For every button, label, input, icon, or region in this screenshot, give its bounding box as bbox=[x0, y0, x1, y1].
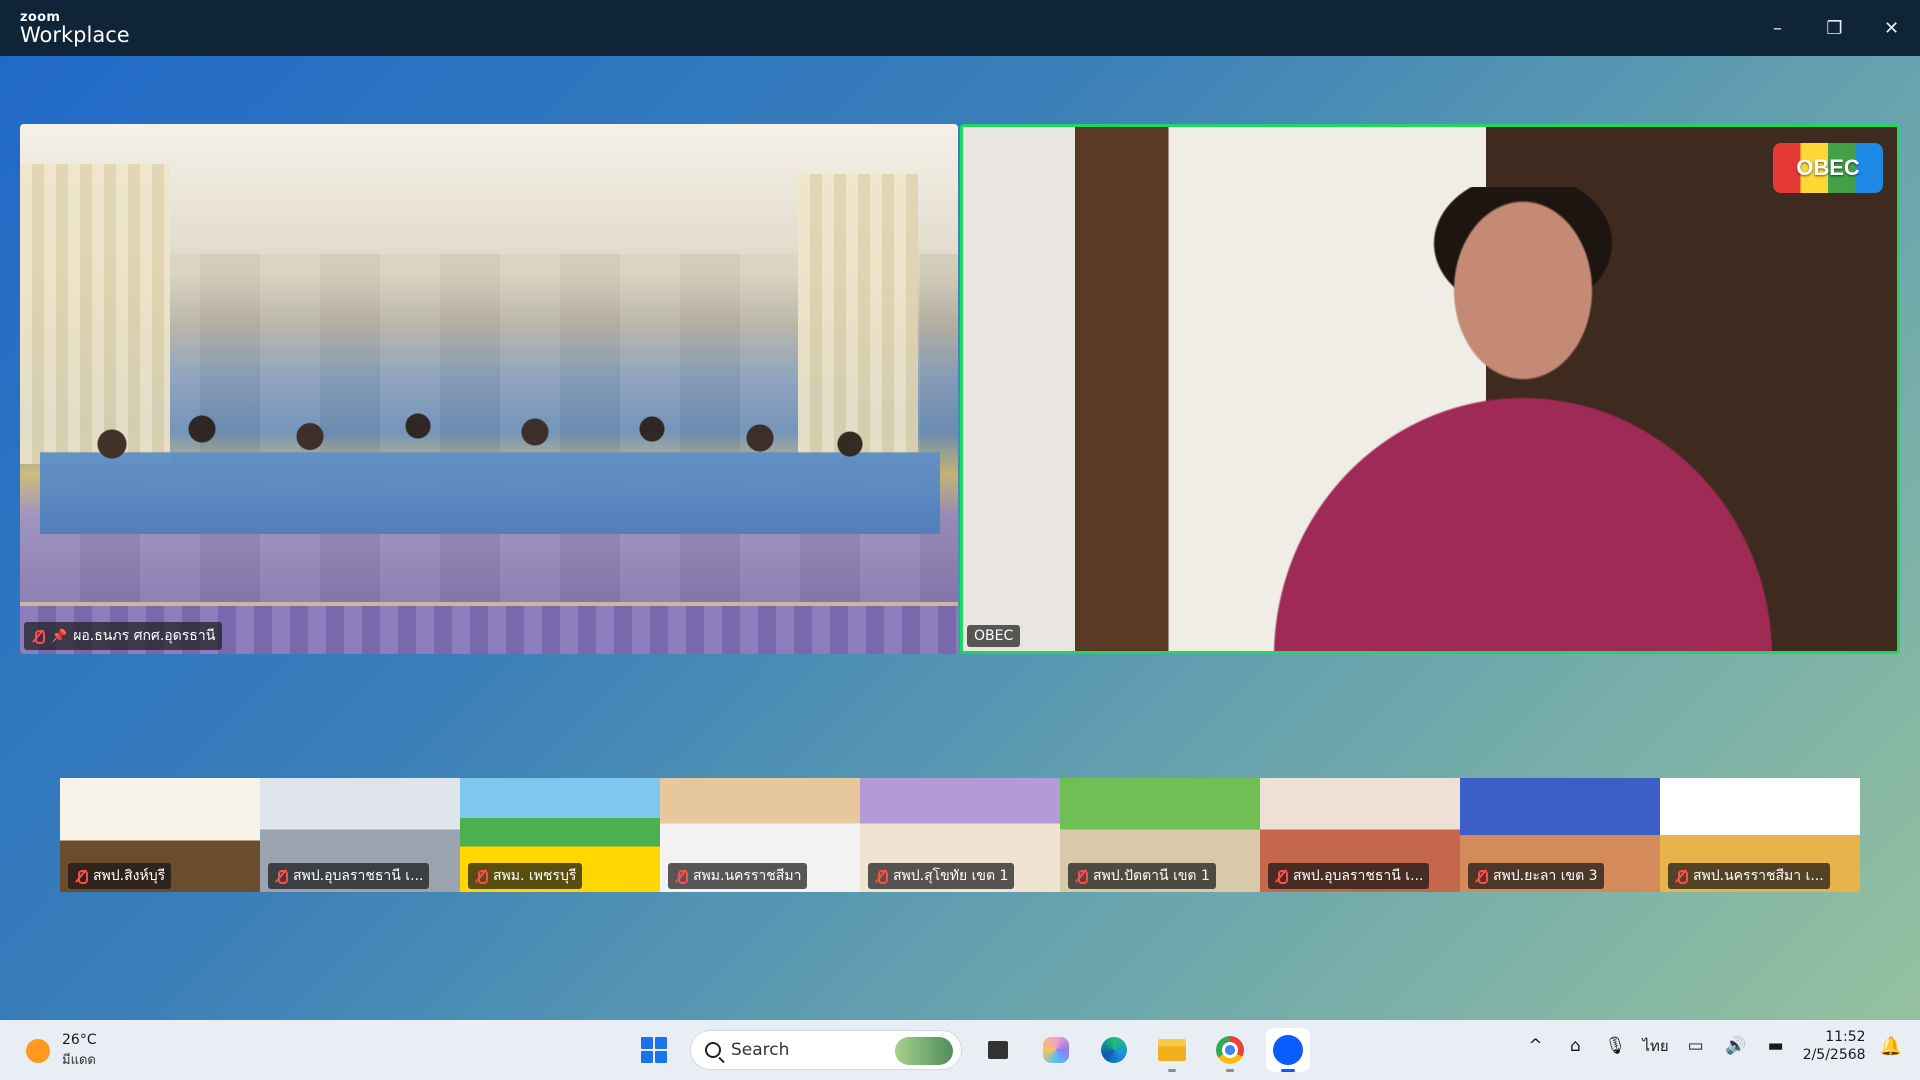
thumbnail-name: สพม. เพชรบุรี bbox=[493, 868, 577, 884]
weather-temperature: 26°C bbox=[62, 1032, 97, 1048]
thumbnail-name: สพป.สิงห์บุรี bbox=[93, 868, 166, 884]
close-button[interactable]: ✕ bbox=[1863, 0, 1920, 56]
taskbar-pinned-apps: Search bbox=[632, 1028, 1310, 1072]
participant-name: ผอ.ธนภร ศกศ.อุดรธานี bbox=[73, 628, 216, 644]
mic-muted-icon bbox=[274, 869, 288, 884]
video-tile-udonthani[interactable]: 📌 ผอ.ธนภร ศกศ.อุดรธานี bbox=[20, 124, 958, 654]
taskbar-search-box[interactable]: Search bbox=[690, 1030, 962, 1070]
participant-thumbnail-strip: สพป.สิงห์บุรี สพป.อุบลราชธานี เ... สพม. … bbox=[60, 778, 1860, 892]
mic-muted-icon bbox=[1274, 869, 1288, 884]
participant-thumbnail[interactable]: สพป.อุบลราชธานี เ... bbox=[1260, 778, 1460, 892]
search-highlight-image bbox=[895, 1037, 953, 1065]
thumbnail-name: สพป.อุบลราชธานี เ... bbox=[1293, 868, 1424, 884]
zoom-app-icon[interactable] bbox=[1266, 1028, 1310, 1072]
thumbnail-name: สพป.สุโขทัย เขต 1 bbox=[893, 868, 1009, 884]
file-explorer-icon[interactable] bbox=[1150, 1028, 1194, 1072]
participant-thumbnail[interactable]: สพป.ยะลา เขต 3 bbox=[1460, 778, 1660, 892]
window-titlebar: zoom Workplace – ❐ ✕ bbox=[0, 0, 1920, 56]
restore-button[interactable]: ❐ bbox=[1806, 0, 1863, 56]
onedrive-cloud-icon[interactable]: ⌂ bbox=[1562, 1036, 1588, 1056]
video-tile-obec-active-speaker[interactable]: OBEC OBEC bbox=[960, 124, 1900, 654]
mic-muted-icon bbox=[31, 629, 45, 644]
thumbnail-name-tag: สพป.ปัตตานี เขต 1 bbox=[1068, 863, 1216, 889]
minimize-button[interactable]: – bbox=[1749, 0, 1806, 56]
thumbnail-name-tag: สพม. เพชรบุรี bbox=[468, 863, 583, 889]
taskbar-clock[interactable]: 11:52 2/5/2568 bbox=[1803, 1028, 1866, 1064]
weather-condition: มีแดด bbox=[62, 1052, 96, 1068]
show-hidden-icons-icon[interactable]: ^ bbox=[1522, 1036, 1548, 1056]
edge-browser-icon[interactable] bbox=[1092, 1028, 1136, 1072]
mic-muted-icon bbox=[1674, 869, 1688, 884]
task-view-icon[interactable] bbox=[976, 1028, 1020, 1072]
participant-thumbnail[interactable]: สพม.นครราชสีมา bbox=[660, 778, 860, 892]
mic-muted-icon bbox=[74, 869, 88, 884]
clock-time: 11:52 bbox=[1825, 1029, 1866, 1045]
participant-name-tag: 📌 ผอ.ธนภร ศกศ.อุดรธานี bbox=[24, 622, 223, 650]
thumbnail-name-tag: สพม.นครราชสีมา bbox=[668, 863, 808, 889]
window-controls: – ❐ ✕ bbox=[1749, 0, 1920, 56]
thumbnail-name-tag: สพป.นครราชสีมา เ... bbox=[1668, 863, 1830, 889]
input-language-indicator[interactable]: ไทย bbox=[1642, 1034, 1668, 1058]
thumbnail-name-tag: สพป.สุโขทัย เขต 1 bbox=[868, 863, 1015, 889]
thumbnail-name-tag: สพป.สิงห์บุรี bbox=[68, 863, 172, 889]
pin-icon: 📌 bbox=[51, 628, 68, 644]
windows-start-icon[interactable] bbox=[632, 1028, 676, 1072]
copilot-icon[interactable] bbox=[1034, 1028, 1078, 1072]
thumbnail-name: สพม.นครราชสีมา bbox=[693, 868, 802, 884]
chrome-browser-icon[interactable] bbox=[1208, 1028, 1252, 1072]
mic-muted-icon bbox=[874, 869, 888, 884]
obec-channel-logo: OBEC bbox=[1773, 143, 1883, 193]
thumbnail-name-tag: สพป.อุบลราชธานี เ... bbox=[268, 863, 430, 889]
brand-zoom-label: zoom bbox=[20, 9, 61, 25]
weather-text: 26°C มีแดด bbox=[62, 1032, 97, 1070]
volume-icon[interactable]: 🔊 bbox=[1723, 1036, 1749, 1056]
thumbnail-name-tag: สพป.อุบลราชธานี เ... bbox=[1268, 863, 1430, 889]
participant-thumbnail[interactable]: สพม. เพชรบุรี bbox=[460, 778, 660, 892]
video-scene-speaker bbox=[1263, 187, 1783, 651]
participant-name: OBEC bbox=[974, 628, 1014, 644]
participant-thumbnail[interactable]: สพป.ปัตตานี เขต 1 bbox=[1060, 778, 1260, 892]
system-tray: ^ ⌂ 🎙 ไทย ▭ 🔊 ▬ 11:52 2/5/2568 🔔 bbox=[1522, 1028, 1902, 1064]
thumbnail-name: สพป.อุบลราชธานี เ... bbox=[293, 868, 424, 884]
mic-muted-icon bbox=[474, 869, 488, 884]
participant-name-tag: OBEC bbox=[967, 625, 1021, 647]
search-placeholder: Search bbox=[731, 1040, 790, 1060]
windows-taskbar: 26°C มีแดด Search ^ ⌂ 🎙 ไทย ▭ 🔊 ▬ 11:52 … bbox=[0, 1020, 1920, 1080]
thumbnail-name: สพป.ปัตตานี เขต 1 bbox=[1093, 868, 1210, 884]
clock-date: 2/5/2568 bbox=[1802, 1047, 1866, 1064]
thumbnail-name: สพป.ยะลา เขต 3 bbox=[1493, 868, 1598, 884]
thumbnail-name-tag: สพป.ยะลา เขต 3 bbox=[1468, 863, 1604, 889]
network-monitor-icon[interactable]: ▭ bbox=[1683, 1036, 1709, 1056]
brand-workplace-label: Workplace bbox=[20, 22, 130, 47]
participant-thumbnail[interactable]: สพป.นครราชสีมา เ... bbox=[1660, 778, 1860, 892]
sun-icon bbox=[26, 1038, 50, 1063]
mic-muted-icon bbox=[1474, 869, 1488, 884]
participant-thumbnail[interactable]: สพป.อุบลราชธานี เ... bbox=[260, 778, 460, 892]
mic-muted-icon bbox=[674, 869, 688, 884]
participant-thumbnail[interactable]: สพป.สิงห์บุรี bbox=[60, 778, 260, 892]
mic-muted-icon bbox=[1074, 869, 1088, 884]
thumbnail-name: สพป.นครราชสีมา เ... bbox=[1693, 868, 1824, 884]
battery-icon[interactable]: ▬ bbox=[1763, 1036, 1789, 1056]
video-scene-audience bbox=[40, 384, 940, 534]
app-brand: zoom Workplace bbox=[0, 11, 130, 46]
notification-bell-icon[interactable]: 🔔 bbox=[1880, 1036, 1902, 1057]
microphone-icon[interactable]: 🎙 bbox=[1602, 1036, 1628, 1056]
search-icon bbox=[705, 1042, 721, 1058]
weather-widget[interactable]: 26°C มีแดด bbox=[26, 1032, 97, 1070]
participant-thumbnail[interactable]: สพป.สุโขทัย เขต 1 bbox=[860, 778, 1060, 892]
